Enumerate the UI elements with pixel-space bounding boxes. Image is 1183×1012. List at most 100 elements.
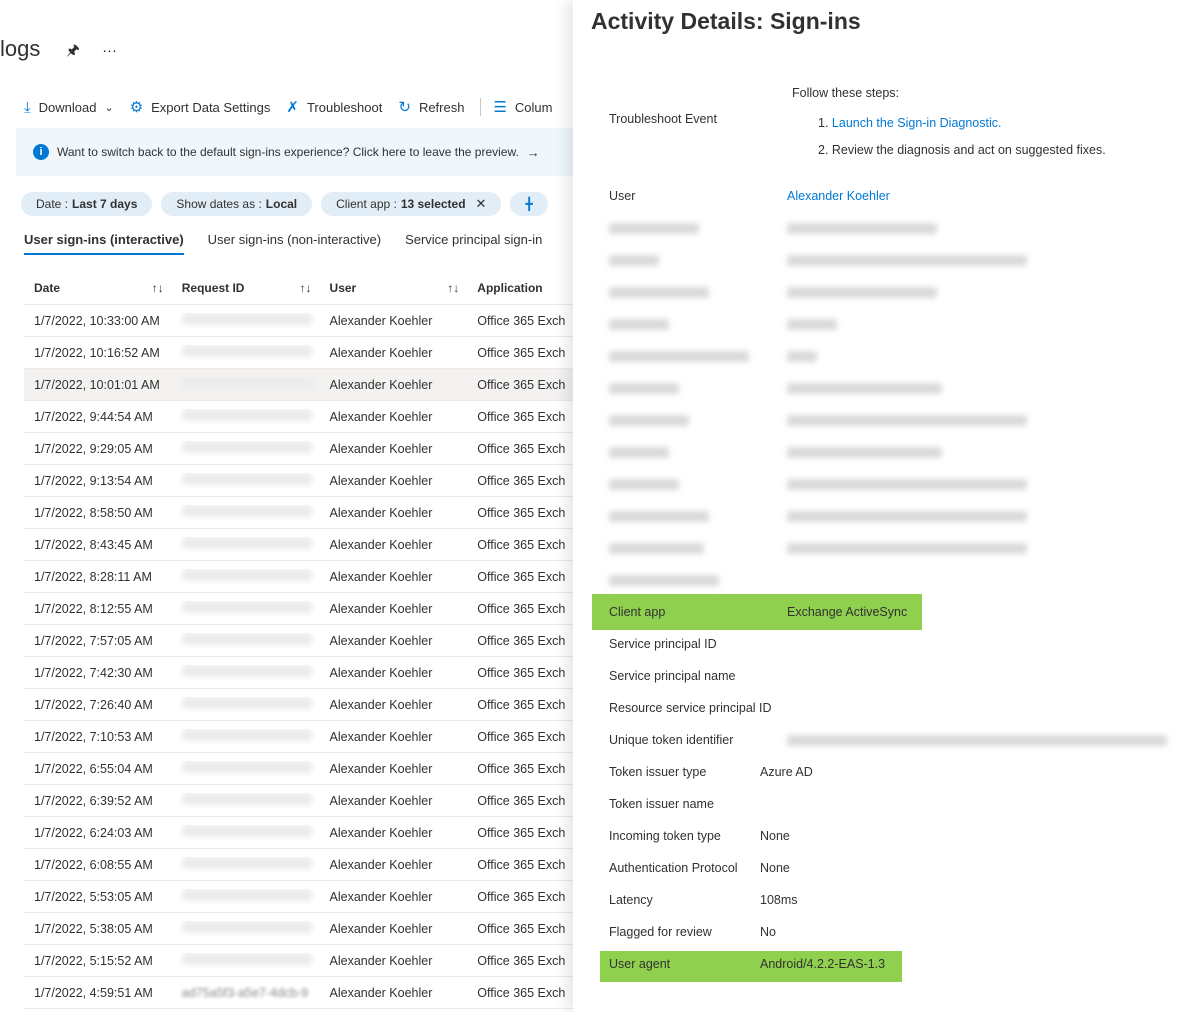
table-row[interactable]: 1/7/2022, 7:42:30 AM Alexander Koehler Off… <box>24 657 575 689</box>
request-id-cell <box>172 377 320 392</box>
columns-icon: ☰ <box>493 99 507 116</box>
column-header-application[interactable]: Application <box>467 281 575 295</box>
sort-icon[interactable]: ↑↓ <box>447 281 459 295</box>
column-header-date[interactable]: Date ↑↓ <box>24 281 172 295</box>
detail-value: None <box>760 861 790 875</box>
table-row[interactable]: 1/7/2022, 6:55:04 AM Alexander Koehler Off… <box>24 753 575 785</box>
table-row[interactable]: 1/7/2022, 7:57:05 AM Alexander Koehler Off… <box>24 625 575 657</box>
table-row[interactable]: 1/7/2022, 9:44:54 AM Alexander Koehler Off… <box>24 401 575 433</box>
table-row[interactable]: 1/7/2022, 8:43:45 AM Alexander Koehler Off… <box>24 529 575 561</box>
redacted-value <box>787 222 937 234</box>
download-button[interactable]: ⤓ Download ⌄ <box>24 99 114 116</box>
step-2: 2. Review the diagnosis and act on sugge… <box>818 143 1106 157</box>
column-header-user[interactable]: User ↑↓ <box>320 281 468 295</box>
detail-label: User agent <box>609 957 671 971</box>
user-link[interactable]: Alexander Koehler <box>787 189 890 203</box>
redacted-label <box>609 254 659 266</box>
table-row[interactable]: 1/7/2022, 10:16:52 AM Alexander Koehler Of… <box>24 337 575 369</box>
table-row[interactable]: 1/7/2022, 6:24:03 AM Alexander Koehler Off… <box>24 817 575 849</box>
table-row[interactable]: 1/7/2022, 9:13:54 AM Alexander Koehler Off… <box>24 465 575 497</box>
table-row[interactable]: 1/7/2022, 10:01:01 AM Alexander Koehler Of… <box>24 369 575 401</box>
detail-label: Service principal ID <box>609 637 717 651</box>
date-cell: 1/7/2022, 9:13:54 AM <box>34 473 153 488</box>
redacted-value <box>181 313 312 325</box>
export-data-settings-button[interactable]: ⚙ Export Data Settings <box>130 98 271 116</box>
tab-user-sign-ins-interactive[interactable]: User sign-ins (interactive) <box>24 232 184 255</box>
application-cell: Office 365 Exch <box>477 601 566 616</box>
date-cell: 1/7/2022, 6:55:04 AM <box>34 761 153 776</box>
filter-pill-date[interactable]: Date : Last 7 days <box>21 192 153 216</box>
sort-icon[interactable]: ↑↓ <box>300 281 312 295</box>
filter-pill-show-dates[interactable]: Show dates as : Local <box>161 192 313 216</box>
date-cell: 1/7/2022, 10:33:00 AM <box>34 313 160 328</box>
request-id-cell <box>172 761 320 776</box>
user-cell: Alexander Koehler <box>329 985 433 1000</box>
table-header: Date ↑↓ Request ID ↑↓ User ↑↓ Applicatio… <box>24 272 575 305</box>
redacted-label <box>609 286 709 298</box>
request-id-cell <box>172 537 320 552</box>
filter-pill-client-app[interactable]: Client app : 13 selected ✕ <box>321 192 502 216</box>
refresh-button[interactable]: ↻ Refresh <box>398 98 464 116</box>
date-cell: 1/7/2022, 8:43:45 AM <box>34 537 153 552</box>
table-row[interactable]: 1/7/2022, 8:12:55 AM Alexander Koehler Off… <box>24 593 575 625</box>
request-id-cell <box>172 889 320 904</box>
redacted-label <box>609 478 679 490</box>
table-row[interactable]: 1/7/2022, 5:53:05 AM Alexander Koehler Off… <box>24 881 575 913</box>
redacted-value <box>787 286 937 298</box>
launch-sign-in-diagnostic-link[interactable]: Launch the Sign-in Diagnostic. <box>832 116 1002 130</box>
table-row[interactable]: 1/7/2022, 8:58:50 AM Alexander Koehler Off… <box>24 497 575 529</box>
step-number: 1. <box>818 116 829 130</box>
table-row[interactable]: 1/7/2022, 6:39:52 AM Alexander Koehler Off… <box>24 785 575 817</box>
table-row[interactable]: 1/7/2022, 5:15:52 AM Alexander Koehler Off… <box>24 945 575 977</box>
redacted-value <box>181 665 312 677</box>
user-cell: Alexander Koehler <box>329 889 433 904</box>
close-icon[interactable]: ✕ <box>476 196 487 212</box>
table-row[interactable]: 1/7/2022, 6:08:55 AM Alexander Koehler Off… <box>24 849 575 881</box>
redacted-label <box>609 222 699 234</box>
user-cell: Alexander Koehler <box>329 473 433 488</box>
redacted-value <box>181 569 312 581</box>
detail-value: None <box>760 829 790 843</box>
request-id-cell <box>172 857 320 872</box>
detail-value: No <box>760 925 776 939</box>
application-cell: Office 365 Exch <box>477 473 566 488</box>
user-agent-value: Android/4.2.2-EAS-1.3 <box>760 957 886 971</box>
tab-service-principal-sign-ins[interactable]: Service principal sign-in <box>405 232 542 255</box>
table-row[interactable]: 1/7/2022, 5:38:05 AM Alexander Koehler Off… <box>24 913 575 945</box>
table-row[interactable]: 1/7/2022, 8:28:11 AM Alexander Koehler Off… <box>24 561 575 593</box>
application-cell: Office 365 Exch <box>477 505 566 520</box>
application-cell: Office 365 Exch <box>477 345 566 360</box>
redacted-detail-row <box>573 212 1183 244</box>
more-icon[interactable]: ··· <box>102 42 117 59</box>
tab-user-sign-ins-non-interactive[interactable]: User sign-ins (non-interactive) <box>208 232 381 255</box>
chevron-down-icon: ⌄ <box>104 101 114 114</box>
date-cell: 1/7/2022, 9:44:54 AM <box>34 409 153 424</box>
redacted-value <box>787 382 942 394</box>
user-cell: Alexander Koehler <box>329 729 433 744</box>
page-title: logs <box>0 36 41 61</box>
detail-row-user: User Alexander Koehler <box>573 180 1183 212</box>
table-row[interactable]: 1/7/2022, 9:29:05 AM Alexander Koehler Off… <box>24 433 575 465</box>
troubleshoot-button[interactable]: ✗ Troubleshoot <box>286 98 382 116</box>
table-row[interactable]: 1/7/2022, 7:10:53 AM Alexander Koehler Off… <box>24 721 575 753</box>
detail-label: Client app <box>609 605 666 619</box>
sort-icon[interactable]: ↑↓ <box>152 281 164 295</box>
user-cell: Alexander Koehler <box>329 441 433 456</box>
table-row[interactable]: 1/7/2022, 4:59:51 AM ad75a5f3-a5e7-4dcb-9… <box>24 977 575 1009</box>
user-cell: Alexander Koehler <box>329 761 433 776</box>
user-cell: Alexander Koehler <box>329 537 433 552</box>
user-cell: Alexander Koehler <box>329 601 433 616</box>
pin-icon[interactable]: 🖈 <box>66 42 80 59</box>
column-header-request-id[interactable]: Request ID ↑↓ <box>172 281 320 295</box>
request-id-cell <box>172 473 320 488</box>
preview-banner[interactable]: i Want to switch back to the default sig… <box>16 128 575 176</box>
date-cell: 1/7/2022, 5:38:05 AM <box>34 921 153 936</box>
columns-button[interactable]: ☰ Colum <box>493 98 552 116</box>
date-cell: 1/7/2022, 8:58:50 AM <box>34 505 153 520</box>
table-row[interactable]: 1/7/2022, 10:33:00 AM Alexander Koehler Of… <box>24 305 575 337</box>
add-filter-button[interactable]: ╋ <box>510 192 548 216</box>
detail-row: Unique token identifier <box>573 724 1183 756</box>
redacted-value <box>181 345 312 357</box>
table-row[interactable]: 1/7/2022, 7:26:40 AM Alexander Koehler Off… <box>24 689 575 721</box>
date-cell: 1/7/2022, 4:59:51 AM <box>34 985 153 1000</box>
